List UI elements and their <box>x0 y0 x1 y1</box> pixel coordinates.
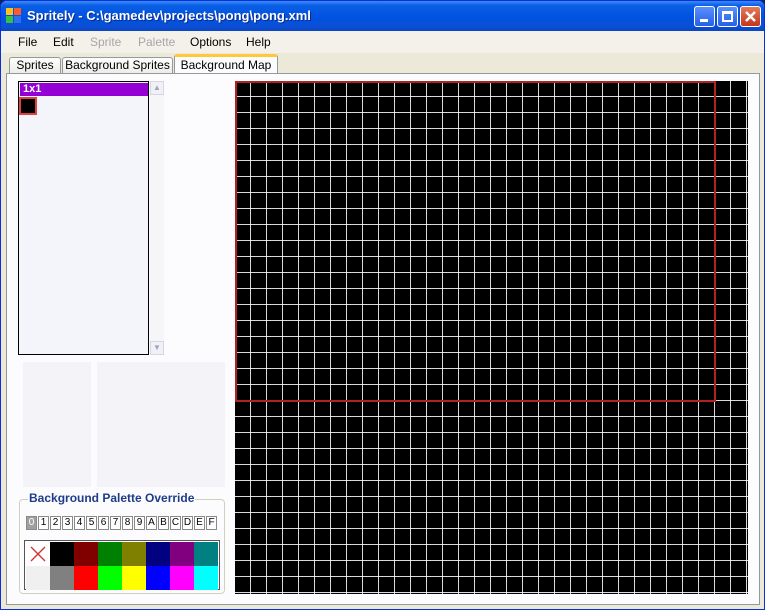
color-swatch-0-4[interactable] <box>122 542 146 566</box>
palette-select-1[interactable]: 1 <box>38 516 49 530</box>
main-window: Spritely - C:\gamedev\projects\pong\pong… <box>0 0 765 610</box>
sprite-thumbnail[interactable] <box>19 97 37 115</box>
app-icon[interactable] <box>6 8 22 24</box>
color-swatch-0-5[interactable] <box>146 542 170 566</box>
palette-select-b[interactable]: B <box>158 516 169 530</box>
menu-edit[interactable]: Edit <box>53 35 74 49</box>
palette-select-d[interactable]: D <box>182 516 193 530</box>
menu-file[interactable]: File <box>18 35 37 49</box>
tab-strip: Sprites Background Sprites Background Ma… <box>1 53 764 75</box>
sprite-preview-panel <box>23 362 91 487</box>
minimize-button[interactable] <box>694 6 715 27</box>
color-swatch-1-0[interactable] <box>26 566 50 590</box>
background-map-page: 1x1 ▲ ▼ Background Palette Override 0 1 … <box>6 73 760 605</box>
color-swatch-0-3[interactable] <box>98 542 122 566</box>
palette-select-a[interactable]: A <box>146 516 157 530</box>
tab-background-map[interactable]: Background Map <box>174 54 278 75</box>
swatch-transparent[interactable] <box>26 542 50 566</box>
palette-select-6[interactable]: 6 <box>98 516 109 530</box>
minimize-icon <box>700 19 708 22</box>
palette-select-0[interactable]: 0 <box>26 516 37 530</box>
palette-select-4[interactable]: 4 <box>74 516 85 530</box>
title-bar[interactable]: Spritely - C:\gamedev\projects\pong\pong… <box>1 1 764 31</box>
close-icon <box>745 11 756 22</box>
menu-palette[interactable]: Palette <box>138 35 175 49</box>
maximize-icon <box>722 11 733 22</box>
color-swatch-1-7[interactable] <box>194 566 218 590</box>
palette-select-3[interactable]: 3 <box>62 516 73 530</box>
sprite-info-panel <box>97 362 225 487</box>
color-swatch-1-5[interactable] <box>146 566 170 590</box>
palette-select-c[interactable]: C <box>170 516 181 530</box>
sprite-group-header[interactable]: 1x1 <box>20 83 148 96</box>
window-title: Spritely - C:\gamedev\projects\pong\pong… <box>27 8 311 23</box>
palette-select-5[interactable]: 5 <box>86 516 97 530</box>
palette-select-7[interactable]: 7 <box>110 516 121 530</box>
color-swatch-0-7[interactable] <box>194 542 218 566</box>
scroll-down-button[interactable]: ▼ <box>150 341 164 355</box>
menu-options[interactable]: Options <box>190 35 231 49</box>
transparent-x-icon <box>30 546 46 562</box>
palette-select-f[interactable]: F <box>206 516 217 530</box>
tab-sprites[interactable]: Sprites <box>9 57 61 74</box>
screen-viewport-rect <box>235 81 716 402</box>
color-swatch-0-2[interactable] <box>74 542 98 566</box>
palette-select-8[interactable]: 8 <box>122 516 133 530</box>
color-swatch-0-1[interactable] <box>50 542 74 566</box>
background-map-canvas[interactable] <box>235 81 748 594</box>
color-swatch-1-1[interactable] <box>50 566 74 590</box>
color-swatch-1-4[interactable] <box>122 566 146 590</box>
palette-override-group: Background Palette Override 0 1 2 3 4 5 … <box>19 491 225 594</box>
sprite-list[interactable]: 1x1 <box>18 81 149 355</box>
palette-override-title: Background Palette Override <box>28 491 196 505</box>
close-button[interactable] <box>740 6 761 27</box>
palette-select-9[interactable]: 9 <box>134 516 145 530</box>
scroll-up-button[interactable]: ▲ <box>150 81 164 95</box>
palette-select-2[interactable]: 2 <box>50 516 61 530</box>
palette-select-e[interactable]: E <box>194 516 205 530</box>
tab-background-sprites[interactable]: Background Sprites <box>62 57 173 74</box>
menu-help[interactable]: Help <box>246 35 271 49</box>
color-swatch-1-2[interactable] <box>74 566 98 590</box>
menu-sprite[interactable]: Sprite <box>90 35 121 49</box>
maximize-button[interactable] <box>717 6 738 27</box>
color-swatch-0-6[interactable] <box>170 542 194 566</box>
color-swatch-1-6[interactable] <box>170 566 194 590</box>
sprite-list-scrollbar[interactable]: ▲ ▼ <box>150 81 164 355</box>
palette-swatch-grid <box>24 540 220 590</box>
color-swatch-1-3[interactable] <box>98 566 122 590</box>
menu-bar: File Edit Sprite Palette Options Help <box>1 31 764 53</box>
